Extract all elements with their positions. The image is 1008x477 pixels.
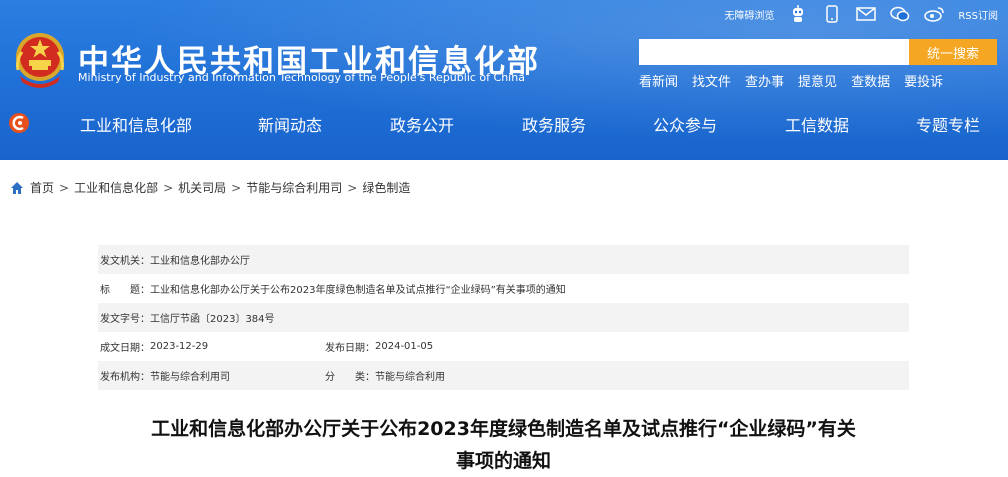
rss-link[interactable]: RSS订阅 bbox=[958, 7, 998, 22]
miit-logo-icon[interactable] bbox=[8, 112, 30, 134]
site-header: 中华人民共和国工业和信息化部 Ministry of Industry and … bbox=[0, 0, 1008, 160]
meta-value-doc-number: 工信厅节函〔2023〕384号 bbox=[150, 314, 275, 325]
nav-item-ministry[interactable]: 工业和信息化部 bbox=[80, 112, 192, 136]
breadcrumb-separator: > bbox=[347, 180, 358, 195]
meta-value-publisher: 节能与综合利用司 bbox=[150, 372, 230, 383]
search-input[interactable] bbox=[639, 39, 909, 65]
meta-value-category: 节能与综合利用 bbox=[375, 372, 445, 383]
meta-label: 标 题： bbox=[100, 285, 150, 296]
meta-row-issuer: 发文机关： 工业和信息化部办公厅 bbox=[98, 245, 909, 274]
breadcrumb: 首页 > 工业和信息化部 > 机关司局 > 节能与综合利用司 > 绿色制造 bbox=[10, 179, 410, 196]
article-title-line: 工业和信息化部办公厅关于公布2023年度绿色制造名单及试点推行“企业绿码”有关 bbox=[151, 418, 856, 440]
top-toolbar: 无障碍浏览 RSS订阅 bbox=[724, 4, 998, 24]
meta-label: 发文机关： bbox=[100, 256, 150, 267]
meta-row-doc-number: 发文字号： 工信厅节函〔2023〕384号 bbox=[98, 303, 909, 332]
article-title: 工业和信息化部办公厅关于公布2023年度绿色制造名单及试点推行“企业绿码”有关 … bbox=[98, 413, 909, 477]
mobile-icon[interactable] bbox=[822, 4, 842, 24]
meta-value-title: 工业和信息化部办公厅关于公布2023年度绿色制造名单及试点推行“企业绿码”有关事… bbox=[150, 285, 566, 296]
breadcrumb-home[interactable]: 首页 bbox=[30, 179, 54, 196]
quick-link-data[interactable]: 查数据 bbox=[851, 71, 890, 90]
home-icon[interactable] bbox=[10, 181, 24, 195]
quick-link-complaint[interactable]: 要投诉 bbox=[904, 71, 943, 90]
breadcrumb-green-manufacturing[interactable]: 绿色制造 bbox=[362, 179, 410, 196]
quick-link-files[interactable]: 找文件 bbox=[692, 71, 731, 90]
site-subtitle: Ministry of Industry and Information Tec… bbox=[78, 71, 525, 84]
meta-label: 发布日期： bbox=[325, 343, 375, 354]
mail-icon[interactable] bbox=[856, 4, 877, 24]
weibo-icon[interactable] bbox=[924, 4, 945, 24]
quick-links: 看新闻 找文件 查办事 提意见 查数据 要投诉 bbox=[639, 71, 943, 90]
breadcrumb-separator: > bbox=[231, 180, 242, 195]
breadcrumb-separator: > bbox=[163, 180, 174, 195]
breadcrumb-separator: > bbox=[59, 180, 70, 195]
meta-label: 发布机构： bbox=[100, 372, 150, 383]
meta-label: 成文日期： bbox=[100, 343, 150, 354]
breadcrumb-ministry[interactable]: 工业和信息化部 bbox=[74, 179, 158, 196]
robot-icon[interactable] bbox=[788, 4, 808, 24]
accessibility-link[interactable]: 无障碍浏览 bbox=[724, 7, 774, 22]
national-emblem-icon bbox=[16, 33, 64, 88]
article-title-line: 事项的通知 bbox=[455, 450, 551, 472]
nav-item-gov-services[interactable]: 政务服务 bbox=[522, 112, 586, 136]
meta-row-publisher: 发布机构： 节能与综合利用司 分 类： 节能与综合利用 bbox=[98, 361, 909, 390]
meta-label: 发文字号： bbox=[100, 314, 150, 325]
quick-link-feedback[interactable]: 提意见 bbox=[798, 71, 837, 90]
meta-label: 分 类： bbox=[325, 372, 375, 383]
meta-value-written-date: 2023-12-29 bbox=[150, 341, 209, 352]
meta-row-dates: 成文日期： 2023-12-29 发布日期： 2024-01-05 bbox=[98, 332, 909, 361]
quick-link-services[interactable]: 查办事 bbox=[745, 71, 784, 90]
nav-item-news[interactable]: 新闻动态 bbox=[258, 112, 322, 136]
document-metadata: 发文机关： 工业和信息化部办公厅 标 题： 工业和信息化部办公厅关于公布2023… bbox=[98, 245, 909, 390]
breadcrumb-energy-dept[interactable]: 节能与综合利用司 bbox=[246, 179, 342, 196]
nav-item-data[interactable]: 工信数据 bbox=[785, 112, 849, 136]
quick-link-news[interactable]: 看新闻 bbox=[639, 71, 678, 90]
nav-item-participation[interactable]: 公众参与 bbox=[653, 112, 717, 136]
search-button[interactable]: 统一搜索 bbox=[909, 39, 997, 65]
meta-value-issuer: 工业和信息化部办公厅 bbox=[150, 256, 250, 267]
wechat-icon[interactable] bbox=[890, 4, 910, 24]
meta-value-published-date: 2024-01-05 bbox=[375, 341, 434, 352]
breadcrumb-departments[interactable]: 机关司局 bbox=[178, 179, 226, 196]
meta-row-title: 标 题： 工业和信息化部办公厅关于公布2023年度绿色制造名单及试点推行“企业绿… bbox=[98, 274, 909, 303]
nav-item-topics[interactable]: 专题专栏 bbox=[916, 112, 980, 136]
nav-item-gov-affairs[interactable]: 政务公开 bbox=[390, 112, 454, 136]
